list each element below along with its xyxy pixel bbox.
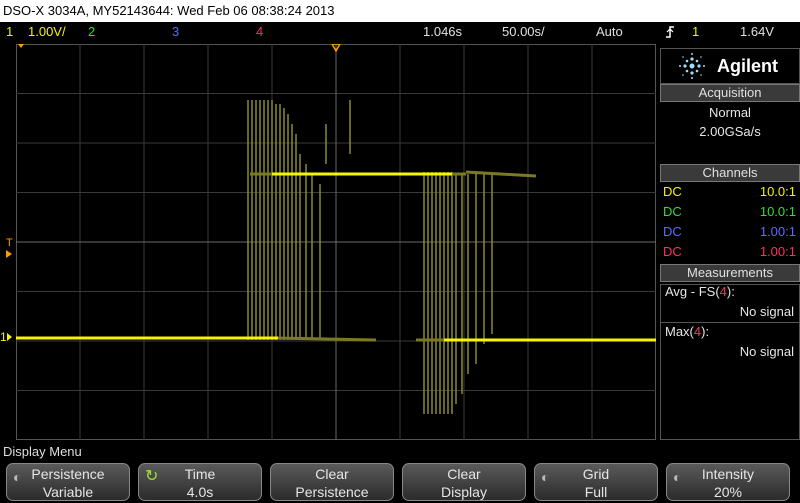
status-bar: 1 1.00V/ 2 3 4 1.046s 50.00s/ Auto 1 1.6… bbox=[0, 22, 800, 42]
trigger-marker-label: T bbox=[6, 237, 13, 249]
measurement-2-suffix: ): bbox=[701, 324, 710, 339]
softkey-bar: ◐ Persistence Variable ↻ Time 4.0s Clear… bbox=[0, 461, 800, 503]
agilent-spark-icon bbox=[679, 53, 705, 79]
trigger-source[interactable]: 1 bbox=[692, 22, 699, 42]
measurement-1-suffix: ): bbox=[726, 284, 735, 299]
knob-icon: ◐ bbox=[673, 469, 682, 485]
clear-display-softkey-label: Clear bbox=[447, 466, 481, 482]
channel-row-2[interactable]: DC 10.0:1 bbox=[660, 202, 800, 222]
ch1-ground-label: 1 bbox=[0, 330, 7, 344]
intensity-softkey-label: Intensity bbox=[701, 466, 755, 482]
clear-persistence-softkey[interactable]: Clear Persistence bbox=[270, 463, 394, 501]
ch3-probe: 1.00:1 bbox=[759, 224, 796, 239]
ch1-scale[interactable]: 1.00V/ bbox=[28, 22, 66, 42]
brand-name: Agilent bbox=[717, 56, 778, 76]
ch3-coupling: DC bbox=[663, 224, 682, 239]
grid-softkey[interactable]: ◐ Grid Full bbox=[534, 463, 658, 501]
persistence-softkey-value: Variable bbox=[42, 484, 94, 500]
measurement-divider bbox=[660, 322, 800, 323]
trigger-edge-icon bbox=[664, 22, 676, 45]
sample-rate: 2.00GSa/s bbox=[699, 124, 761, 139]
ch2-probe: 10.0:1 bbox=[759, 204, 796, 219]
intensity-softkey[interactable]: ◐ Intensity 20% bbox=[666, 463, 790, 501]
channel-row-1[interactable]: DC 10.0:1 bbox=[660, 182, 800, 202]
channels-header[interactable]: Channels bbox=[660, 164, 800, 182]
measurement-2-name: Max( bbox=[665, 324, 694, 339]
time-softkey[interactable]: ↻ Time 4.0s bbox=[138, 463, 262, 501]
ch2-coupling: DC bbox=[663, 204, 682, 219]
clear-persistence-softkey-label: Clear bbox=[315, 466, 349, 482]
clear-persistence-softkey-value: Persistence bbox=[295, 484, 369, 500]
trigger-level-marker[interactable]: T bbox=[6, 238, 13, 258]
channel-row-4[interactable]: DC 1.00:1 bbox=[660, 242, 800, 262]
clear-display-softkey-value: Display bbox=[441, 484, 487, 500]
ch2-label[interactable]: 2 bbox=[88, 22, 95, 42]
waveform-display[interactable] bbox=[16, 44, 656, 440]
ch1-coupling: DC bbox=[663, 184, 682, 199]
persistence-softkey[interactable]: ◐ Persistence Variable bbox=[6, 463, 130, 501]
acquisition-header[interactable]: Acquisition bbox=[660, 84, 800, 102]
ch1-probe: 10.0:1 bbox=[759, 184, 796, 199]
channel-row-3[interactable]: DC 1.00:1 bbox=[660, 222, 800, 242]
measurement-1-value: No signal bbox=[739, 304, 794, 319]
ch4-probe: 1.00:1 bbox=[759, 244, 796, 259]
trigger-mode[interactable]: Auto bbox=[596, 22, 623, 42]
measurement-1-label: Avg - FS(4): bbox=[665, 284, 735, 299]
rotate-icon: ↻ bbox=[145, 468, 159, 485]
info-sidebar: Agilent Acquisition Normal 2.00GSa/s Cha… bbox=[660, 44, 800, 440]
trigger-level[interactable]: 1.64V bbox=[740, 22, 774, 42]
knob-icon: ◐ bbox=[541, 469, 550, 485]
ch3-label[interactable]: 3 bbox=[172, 22, 179, 42]
measurement-1-channel: 4 bbox=[719, 284, 727, 299]
measurement-2-label: Max(4): bbox=[665, 324, 709, 339]
ch4-label[interactable]: 4 bbox=[256, 22, 263, 42]
intensity-softkey-value: 20% bbox=[713, 484, 743, 500]
graticule bbox=[16, 44, 656, 440]
grid-softkey-value: Full bbox=[584, 484, 608, 500]
ch1-ground-marker[interactable]: 1 bbox=[0, 331, 12, 343]
measurement-1-name: Avg - FS( bbox=[665, 284, 720, 299]
grid-softkey-label: Grid bbox=[582, 466, 610, 482]
menu-title: Display Menu bbox=[0, 443, 800, 461]
time-offset[interactable]: 1.046s bbox=[423, 22, 462, 42]
clear-display-softkey[interactable]: Clear Display bbox=[402, 463, 526, 501]
timebase[interactable]: 50.00s/ bbox=[502, 22, 545, 42]
agilent-logo: Agilent bbox=[660, 48, 800, 84]
measurement-2-value: No signal bbox=[739, 344, 794, 359]
ch1-label[interactable]: 1 bbox=[6, 22, 13, 42]
window-title: DSO-X 3034A, MY52143644: Wed Feb 06 08:3… bbox=[0, 0, 800, 22]
acquisition-mode: Normal bbox=[709, 105, 751, 120]
knob-icon: ◐ bbox=[13, 469, 22, 485]
persistence-softkey-label: Persistence bbox=[31, 466, 105, 482]
ch4-coupling: DC bbox=[663, 244, 682, 259]
measurements-header[interactable]: Measurements bbox=[660, 264, 800, 282]
